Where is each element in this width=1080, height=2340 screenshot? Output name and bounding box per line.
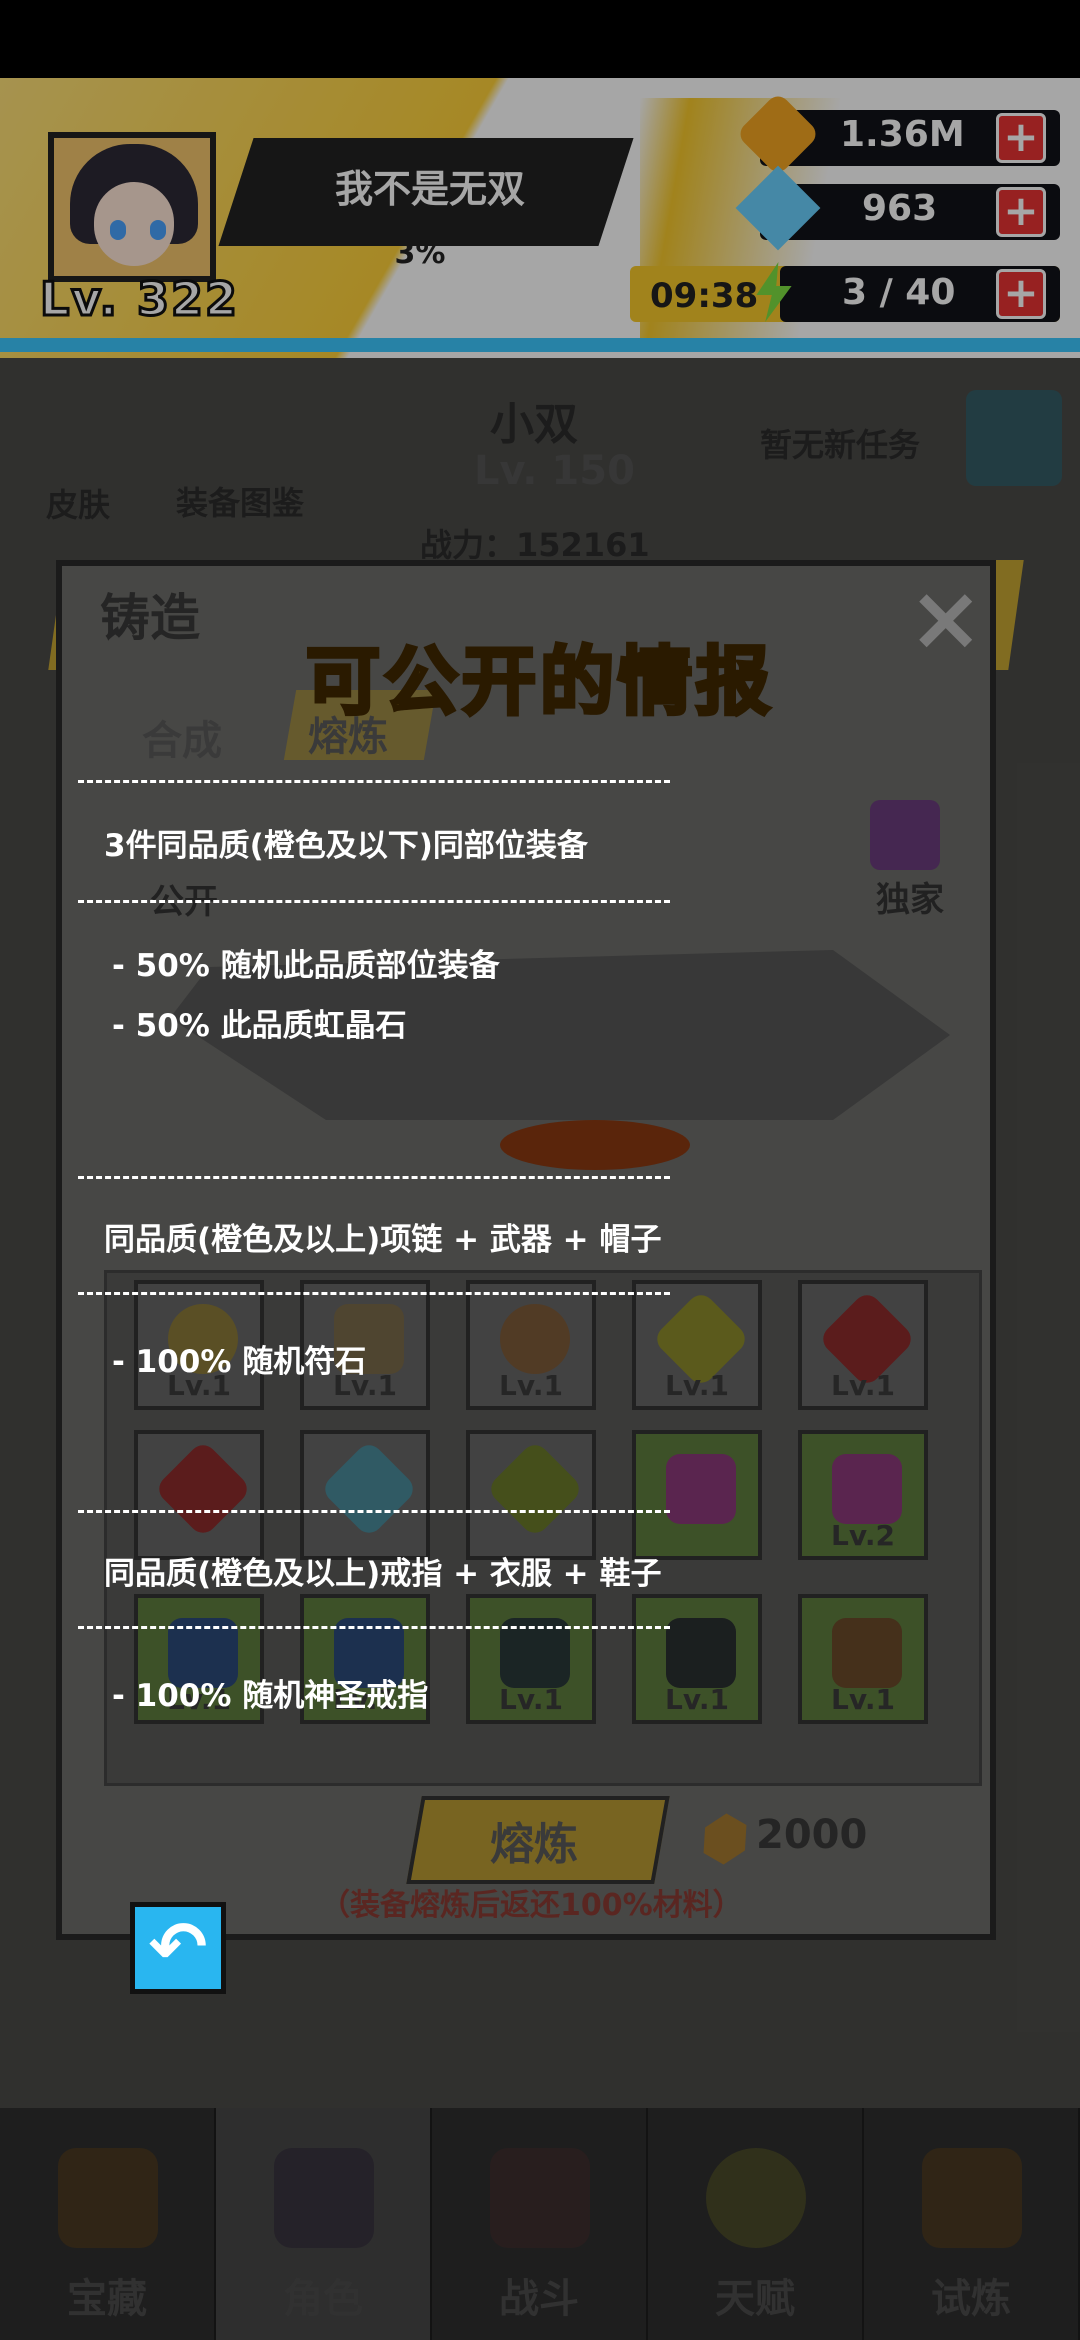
rule1-result: - 50% 此品质虹晶石	[112, 1008, 407, 1044]
undo-arrow-icon[interactable]: ↶	[130, 1902, 226, 1994]
divider	[78, 1292, 670, 1295]
rule1-title: 3件同品质(橙色及以下)同部位装备	[104, 828, 588, 864]
divider	[78, 1510, 670, 1513]
rule2-title: 同品质(橙色及以上)项链 + 武器 + 帽子	[104, 1222, 662, 1258]
rule3-title: 同品质(橙色及以上)戒指 + 衣服 + 鞋子	[104, 1556, 662, 1592]
divider	[78, 780, 670, 783]
info-title: 可公开的情报	[304, 637, 774, 727]
divider	[78, 1176, 670, 1179]
rule1-result: - 50% 随机此品质部位装备	[112, 948, 500, 984]
divider	[78, 900, 670, 903]
rule3-result: - 100% 随机神圣戒指	[112, 1678, 429, 1714]
divider	[78, 1626, 670, 1629]
rule2-result: - 100% 随机符石	[112, 1344, 367, 1380]
